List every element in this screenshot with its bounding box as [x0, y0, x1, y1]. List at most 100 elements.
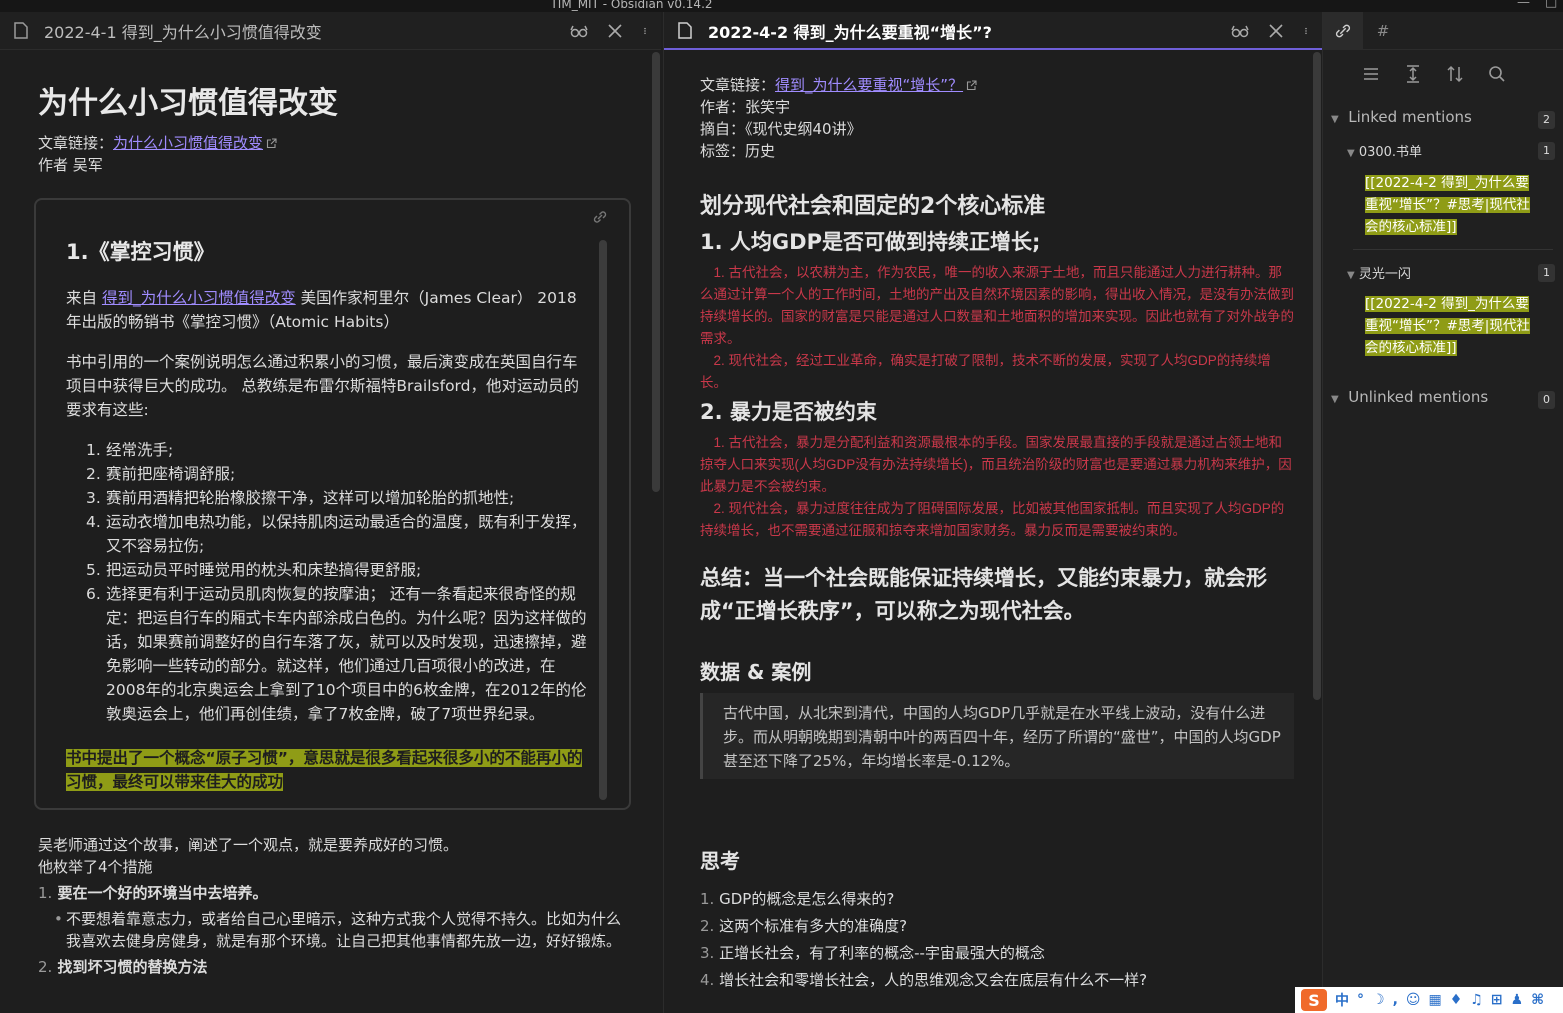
sidebar-toolbar — [1323, 64, 1563, 84]
ime-item[interactable]: ♟ — [1511, 992, 1524, 1008]
external-link-icon — [967, 80, 977, 91]
embed-paragraph-1: 来自 得到_为什么小习惯值得改变 美国作家柯里尔（James Clear） 20… — [66, 286, 590, 334]
ime-item[interactable]: ° — [1357, 992, 1364, 1008]
list-number: 4. — [700, 971, 715, 989]
show-more-context-icon[interactable] — [1403, 64, 1423, 84]
list-item: 3. 正增长社会，有了利率的概念--宇宙最强大的概念 — [700, 940, 1294, 967]
backlink-file-count: 1 — [1538, 264, 1555, 282]
paragraph-1: 吴老师通过这个故事，阐述了一个观点，就是要养成好的习惯。 — [38, 836, 459, 854]
tags-line: 标签：历史 — [700, 142, 776, 160]
ime-item[interactable]: ☽ — [1372, 992, 1385, 1008]
ime-item[interactable]: 中 — [1335, 990, 1349, 1010]
right-sidebar: # ▼ Linked mentions 2 ▼ 0300.书单 1 [[2022… — [1322, 11, 1563, 1013]
backlinks-icon — [1335, 24, 1351, 37]
embed-scrollbar[interactable] — [599, 240, 607, 800]
criterion-1-point-1: 1. 古代社会，以农耕为主，作为农民，唯一的收入来源于土地，而且只能通过人力进行… — [700, 265, 1294, 346]
backlink-snippet[interactable]: [[2022-4-2 得到_为什么要重视“增长”？#思考|现代社会的核心标准]] — [1365, 172, 1537, 238]
article-link-line: 文章链接：得到_为什么要重视“增长”？ — [700, 74, 1294, 96]
ime-item[interactable]: ♦ — [1450, 992, 1463, 1008]
criterion-2-point-1: 1. 古代社会，暴力是分配利益和资源最根本的手段。国家发展最直接的手段就是通过占… — [700, 435, 1292, 494]
external-link-icon — [266, 138, 277, 149]
tab-backlinks[interactable] — [1323, 11, 1363, 50]
ime-item[interactable]: ☺ — [1406, 992, 1421, 1008]
embed-paragraph-2: 书中引用的一个案例说明怎么通过积累小的习惯，最后演变成在英国自行车项目中获得巨大… — [66, 353, 580, 419]
tab-tags[interactable]: # — [1363, 12, 1403, 50]
measure-number: 1. — [38, 884, 53, 902]
embed-internal-link[interactable]: 得到_为什么小习惯值得改变 — [102, 289, 296, 307]
ime-logo[interactable]: S — [1301, 989, 1327, 1011]
ime-item[interactable]: ▦ — [1429, 992, 1442, 1008]
list-text: 正增长社会，有了利率的概念--宇宙最强大的概念 — [719, 944, 1045, 962]
article-link[interactable]: 为什么小习惯值得改变 — [113, 134, 263, 152]
highlight: [[2022-4-2 得到_为什么要重视“增长”？#思考|现代社会的核心标准]] — [1365, 296, 1530, 356]
chevron-down-icon: ▼ — [1331, 114, 1339, 125]
backlink-file[interactable]: ▼ 0300.书单 — [1347, 141, 1422, 160]
unlinked-mentions-label: Unlinked mentions — [1348, 388, 1489, 406]
article-link-label: 文章链接： — [700, 76, 776, 94]
list-text: 把运动员平时睡觉用的枕头和床垫搞得更舒服; — [106, 561, 422, 579]
collapse-results-icon[interactable] — [1361, 64, 1381, 84]
list-item: 3. 赛前用酒精把轮胎橡胶擦干净，这样可以增加轮胎的抓地性; — [86, 486, 590, 510]
criterion-2-point-2: 2. 现代社会，暴力过度往往成为了阻碍国际发展，比如被其他国家抵制。而且实现了人… — [700, 501, 1285, 538]
list-text: 增长社会和零增长社会，人的思维观念又会在底层有什么不一样? — [719, 971, 1148, 989]
data-heading: 数据 & 案例 — [700, 660, 812, 684]
reading-view-icon[interactable] — [1230, 21, 1250, 41]
sort-order-icon[interactable] — [1445, 64, 1465, 84]
embedded-note[interactable]: 1.《掌控习惯》 来自 得到_为什么小习惯值得改变 美国作家柯里尔（James … — [34, 198, 631, 810]
list-number: 1. — [86, 441, 101, 459]
left-pane-scrollbar[interactable] — [652, 52, 660, 492]
close-icon[interactable] — [605, 21, 625, 41]
link-icon[interactable] — [591, 208, 609, 226]
page-title: 为什么小习惯值得改变 — [38, 86, 338, 121]
search-icon[interactable] — [1487, 64, 1507, 84]
right-pane-scrollbar[interactable] — [1313, 52, 1321, 700]
highlight: [[2022-4-2 得到_为什么要重视“增长”？#思考|现代社会的核心标准]] — [1365, 175, 1530, 235]
thinking-heading: 思考 — [700, 849, 740, 873]
criterion-1-heading: 1. 人均GDP是否可做到持续正增长; — [700, 230, 1041, 254]
minimize-button[interactable]: — — [1517, 0, 1530, 10]
list-text: 赛前把座椅调舒服; — [106, 465, 236, 483]
embed-p1-prefix: 来自 — [66, 289, 102, 307]
list-text: 赛前用酒精把轮胎橡胶擦干净，这样可以增加轮胎的抓地性; — [106, 489, 515, 507]
reading-view-icon[interactable] — [569, 21, 589, 41]
more-options-icon[interactable] — [1302, 21, 1310, 41]
left-pane-title[interactable]: 2022-4-1 得到_为什么小习惯值得改变 — [44, 19, 322, 43]
list-text: 选择更有利于运动员肌肉恢复的按摩油； 还有一条看起来很奇怪的规定：把运自行车的厢… — [106, 585, 587, 723]
more-options-icon[interactable] — [641, 21, 649, 41]
article-link-line: 文章链接：为什么小习惯值得改变 — [38, 132, 638, 154]
linked-mentions-header[interactable]: ▼ Linked mentions — [1331, 108, 1472, 126]
measure-number: 2. — [38, 958, 53, 976]
right-pane-title[interactable]: 2022-4-2 得到_为什么要重视“增长”? — [708, 19, 992, 43]
backlink-file[interactable]: ▼ 灵光一闪 — [1347, 263, 1411, 282]
list-item: 1. 经常洗手; — [86, 438, 590, 462]
highlight: 书中提出了一个概念“原子习惯”，意思就是很多看起来很多小的不能再小的习惯，最终可… — [66, 749, 583, 791]
unlinked-mentions-header[interactable]: ▼ Unlinked mentions — [1331, 388, 1488, 406]
article-link[interactable]: 得到_为什么要重视“增长”？ — [775, 76, 963, 94]
measure-text: 找到坏习惯的替换方法 — [57, 958, 208, 976]
embed-list: 1. 经常洗手; 2. 赛前把座椅调舒服; 3. 赛前用酒精把轮胎橡胶擦干净，这样可以… — [66, 438, 590, 726]
list-number: 3. — [700, 944, 715, 962]
ime-toolbar: S 中 ° ☽ , ☺ ▦ ♦ ♫ ⊞ ♟ ⌘ — [1295, 987, 1563, 1013]
backlink-snippet[interactable]: [[2022-4-2 得到_为什么要重视“增长”？#思考|现代社会的核心标准]] — [1365, 293, 1537, 359]
maximize-button[interactable]: □ — [1545, 0, 1557, 10]
list-number: 2. — [86, 465, 101, 483]
list-item: 6. 选择更有利于运动员肌肉恢复的按摩油； 还有一条看起来很奇怪的规定：把运自行车… — [86, 582, 590, 726]
list-number: 5. — [86, 561, 101, 579]
ime-item[interactable]: ♫ — [1470, 992, 1483, 1008]
ime-item[interactable]: , — [1393, 992, 1398, 1008]
paragraph-2: 他枚举了4个措施 — [38, 858, 153, 876]
measure-1-detail: • 不要想着靠意志力，或者给自己心里暗示，这种方式我个人觉得不持久。比如为什么我喜… — [38, 908, 630, 952]
ime-item[interactable]: ⊞ — [1491, 992, 1503, 1008]
close-icon[interactable] — [1266, 21, 1286, 41]
measure-1: 1. 要在一个好的环境当中去培养。 — [38, 882, 630, 904]
ime-item[interactable]: ⌘ — [1531, 992, 1544, 1008]
question-list: 1. GDP的概念是怎么得来的? 2. 这两个标准有多大的准确度? 3. 正增长… — [700, 886, 1294, 994]
right-pane: 2022-4-2 得到_为什么要重视“增长”? 文章链接：得到_为什么要重视“增… — [663, 12, 1322, 1013]
list-number: 2. — [700, 917, 715, 935]
chevron-down-icon: ▼ — [1347, 270, 1355, 281]
embed-heading: 1.《掌控习惯》 — [66, 240, 215, 264]
list-text: 这两个标准有多大的准确度? — [719, 917, 908, 935]
list-number: 1. — [700, 890, 715, 908]
linked-mentions-count: 2 — [1538, 111, 1555, 129]
backlink-file-name: 灵光一闪 — [1358, 267, 1411, 282]
